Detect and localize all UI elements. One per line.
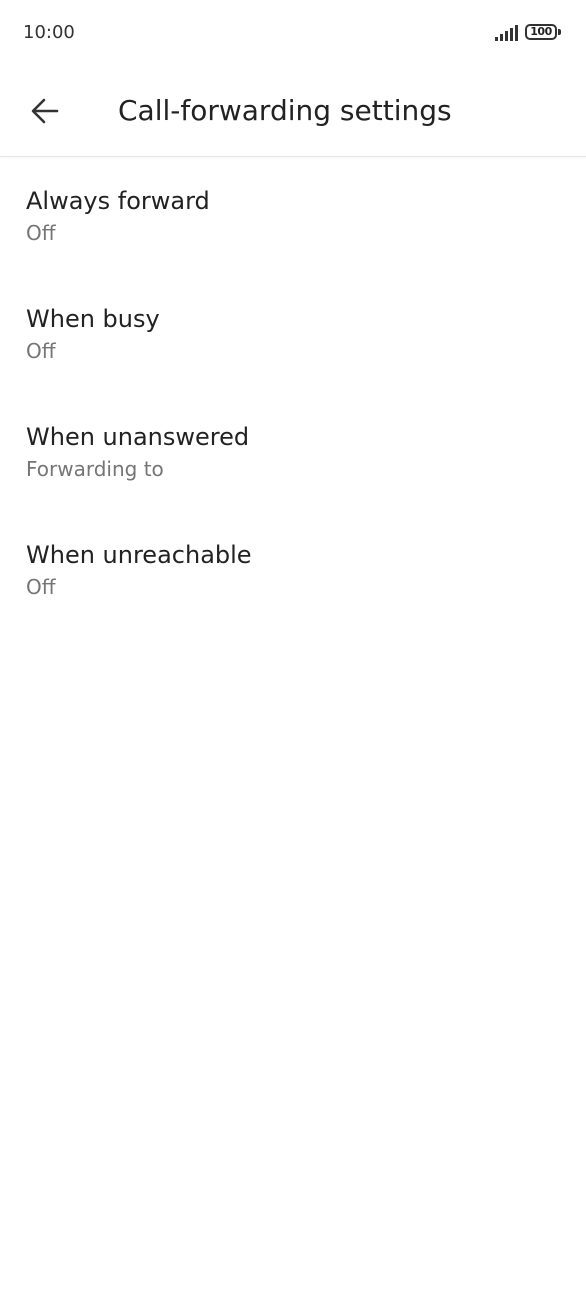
app-bar: Call-forwarding settings — [0, 66, 586, 157]
setting-title: When busy — [26, 305, 160, 333]
battery-icon: 100 — [525, 24, 563, 42]
setting-when-unanswered[interactable]: When unanswered Forwarding to — [0, 393, 586, 511]
setting-title: Always forward — [26, 187, 210, 215]
settings-list: Always forward Off When busy Off When un… — [0, 157, 586, 629]
setting-always-forward[interactable]: Always forward Off — [0, 157, 586, 275]
setting-summary: Forwarding to — [26, 457, 164, 481]
battery-level: 100 — [530, 25, 552, 38]
status-time: 10:00 — [23, 22, 75, 43]
setting-title: When unreachable — [26, 541, 252, 569]
setting-title: When unanswered — [26, 423, 250, 451]
status-bar: 10:00 100 — [0, 0, 586, 66]
signal-icon — [494, 24, 520, 42]
page-title: Call-forwarding settings — [118, 94, 452, 127]
setting-summary: Off — [26, 339, 56, 363]
arrow-left-icon — [31, 98, 59, 124]
setting-when-busy[interactable]: When busy Off — [0, 275, 586, 393]
setting-summary: Off — [26, 575, 56, 599]
setting-summary: Off — [26, 221, 56, 245]
setting-when-unreachable[interactable]: When unreachable Off — [0, 511, 586, 629]
back-button[interactable] — [20, 86, 70, 136]
battery-tip — [558, 29, 561, 35]
